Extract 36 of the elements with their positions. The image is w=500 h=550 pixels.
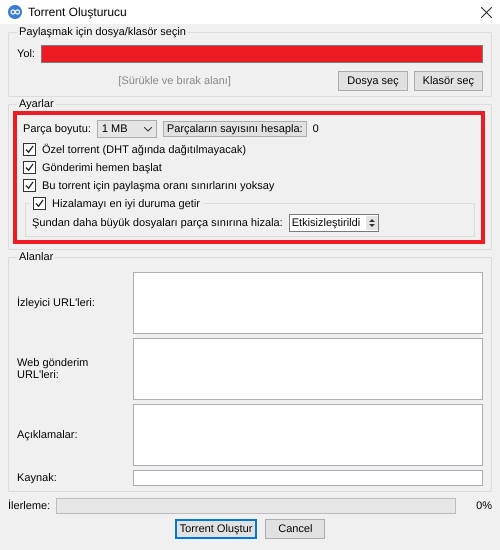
window-title: Torrent Oluşturucu	[28, 5, 128, 19]
group-title: Paylaşmak için dosya/klasör seçin	[17, 26, 188, 38]
choose-button[interactable]: Klasör seç	[414, 71, 483, 91]
checkbox[interactable]	[23, 161, 36, 174]
drop-area-hint: [Sürükle ve bırak alanı]	[117, 75, 232, 87]
calculate-button[interactable]: Parçaların sayısını hesapla:	[162, 121, 307, 137]
checkbox[interactable]	[23, 179, 36, 192]
group-title: Ayarlar	[17, 98, 56, 110]
threshold-spinbox[interactable]: Etkisizleştirildi	[288, 214, 380, 232]
field-label: İzleyici URL'leri:	[17, 297, 96, 309]
choose-button[interactable]: Dosya seç	[338, 71, 408, 91]
piece-count: 0	[312, 123, 319, 135]
dialog-button[interactable]: Cancel	[265, 519, 326, 539]
threshold-label: Şundan daha büyük dosyaları parça sınırına hizala:	[32, 217, 283, 229]
field-label: Açıklamalar:	[17, 429, 79, 441]
checkbox-label: Bu torrent için paylaşma oranı sınırlarını yoksay	[42, 180, 274, 192]
field-label: Web gönderim URL'leri:	[17, 357, 90, 381]
chevron-down-icon	[144, 126, 152, 132]
progress-reading: 0%	[475, 500, 492, 512]
checkbox-label: Özel torrent (DHT ağında dağıtılmayacak)	[42, 144, 246, 156]
spin-arrows-icon[interactable]	[366, 216, 378, 230]
app-logo-icon	[8, 5, 22, 19]
path-label: Yol:	[17, 48, 35, 60]
checkbox[interactable]	[33, 197, 46, 210]
group-title: Alanlar	[17, 251, 56, 263]
checkbox[interactable]	[23, 143, 36, 156]
progress-label: İlerleme:	[8, 500, 50, 512]
piece-size-dropdown[interactable]: 1 MB	[96, 120, 157, 138]
field-label: Kaynak:	[17, 472, 58, 484]
checkbox-label: Gönderimi hemen başlat	[42, 162, 162, 174]
dialog-button[interactable]: Torrent Oluştur	[174, 519, 258, 539]
close-icon[interactable]	[481, 6, 492, 18]
checkbox-label: Hizalamayı en iyi duruma getir	[52, 198, 200, 210]
piece-size-label: Parça boyutu:	[23, 123, 91, 135]
path-field[interactable]	[40, 45, 483, 63]
input-field[interactable]	[133, 470, 483, 486]
